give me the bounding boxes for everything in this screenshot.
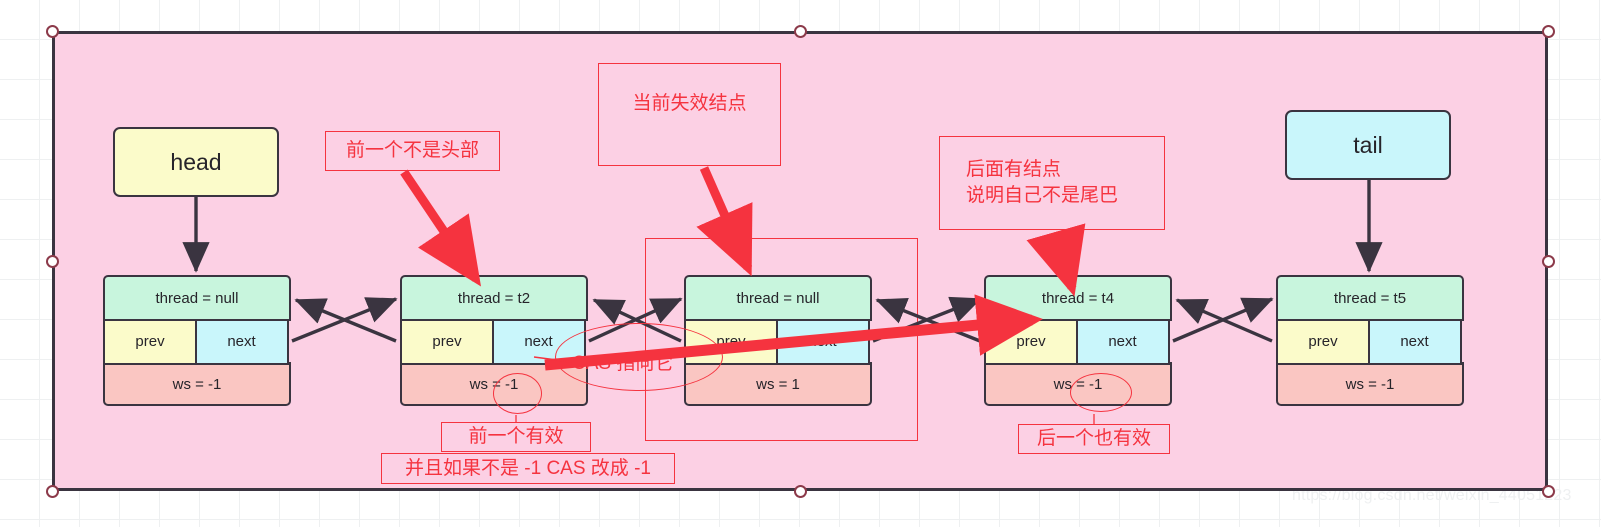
resize-handle-top-center[interactable] (793, 24, 807, 38)
node-1-ws-label: ws = -1 (172, 375, 222, 393)
node-4-prev-label: prev (1016, 333, 1046, 350)
node-4-link-row: prev next (984, 318, 1172, 365)
node-3-prev-label: prev (716, 333, 746, 350)
annotation-current-invalid-node-text: 当前失效结点 (632, 93, 747, 114)
annotation-next-also-valid-text: 后一个也有效 (1036, 428, 1151, 450)
node-5-ws-label: ws = -1 (1345, 375, 1395, 393)
node-1-prev-label: prev (135, 333, 165, 350)
node-4-next-label: next (1108, 333, 1137, 350)
node-5-thread-cell: thread = t5 (1276, 275, 1464, 321)
node-5-thread-label: thread = t5 (1333, 289, 1407, 307)
annotation-prev-valid: 前一个有效 (441, 422, 591, 452)
node-2-prev-cell[interactable]: prev (400, 318, 494, 365)
node-1-thread-cell: thread = null (103, 275, 291, 321)
resize-handle-top-right[interactable] (1541, 24, 1555, 38)
annotation-has-next-node: 后面有结点 说明自己不是尾巴 (939, 136, 1165, 230)
node-5[interactable]: thread = t5 prev next ws = -1 (1276, 275, 1464, 406)
node-3-thread-label: thread = null (736, 289, 820, 307)
node-5-link-row: prev next (1276, 318, 1464, 365)
resize-handle-middle-left[interactable] (45, 254, 59, 268)
resize-handle-bottom-left[interactable] (45, 484, 59, 498)
node-1-prev-cell[interactable]: prev (103, 318, 197, 365)
head-label: head (170, 148, 222, 175)
resize-handle-middle-right[interactable] (1541, 254, 1555, 268)
node-4-next-cell[interactable]: next (1075, 318, 1170, 365)
head-pointer-box[interactable]: head (113, 127, 279, 197)
node-4-thread-label: thread = t4 (1041, 289, 1115, 307)
node-2-ws-highlight-ellipse (493, 373, 542, 414)
cas-point-to-it-label: CAS 指向它 (572, 353, 674, 374)
annotation-current-invalid-node: 当前失效结点 (598, 63, 781, 166)
tail-label: tail (1353, 131, 1383, 158)
node-2-next-label: next (524, 333, 553, 350)
node-1-waitstatus-cell: ws = -1 (103, 362, 291, 406)
node-4-thread-cell: thread = t4 (984, 275, 1172, 321)
node-4-ws-highlight-ellipse (1070, 373, 1132, 412)
node-1[interactable]: thread = null prev next ws = -1 (103, 275, 291, 406)
node-3-next-label: next (808, 333, 837, 350)
resize-handle-bottom-right[interactable] (1541, 484, 1555, 498)
node-1-next-cell[interactable]: next (194, 318, 289, 365)
node-2-thread-label: thread = t2 (457, 289, 531, 307)
annotation-cas-change-to-neg1: 并且如果不是 -1 CAS 改成 -1 (381, 453, 675, 484)
node-4-prev-cell[interactable]: prev (984, 318, 1078, 365)
annotation-has-next-line-2: 说明自己不是尾巴 (966, 185, 1119, 206)
node-1-next-label: next (227, 333, 256, 350)
node-5-prev-cell[interactable]: prev (1276, 318, 1370, 365)
resize-handle-top-left[interactable] (45, 24, 59, 38)
node-1-link-row: prev next (103, 318, 291, 365)
node-2-thread-cell: thread = t2 (400, 275, 588, 321)
node-1-thread-label: thread = null (155, 289, 239, 307)
resize-handle-bottom-center[interactable] (793, 484, 807, 498)
node-5-prev-label: prev (1308, 333, 1338, 350)
annotation-next-also-valid: 后一个也有效 (1018, 424, 1170, 454)
node-5-next-label: next (1400, 333, 1429, 350)
node-3-next-cell[interactable]: next (775, 318, 870, 365)
annotation-prev-not-head: 前一个不是头部 (325, 131, 500, 171)
node-5-next-cell[interactable]: next (1367, 318, 1462, 365)
annotation-cas-change-to-neg1-text: 并且如果不是 -1 CAS 改成 -1 (405, 457, 651, 479)
node-5-waitstatus-cell: ws = -1 (1276, 362, 1464, 406)
node-3-ws-label: ws = 1 (756, 375, 800, 393)
node-2-prev-label: prev (432, 333, 462, 350)
tail-pointer-box[interactable]: tail (1285, 110, 1451, 180)
annotation-has-next-line-1: 后面有结点 (966, 159, 1062, 181)
annotation-prev-valid-text: 前一个有效 (468, 426, 564, 448)
annotation-prev-not-head-text: 前一个不是头部 (345, 140, 479, 162)
node-3-thread-cell: thread = null (684, 275, 872, 321)
